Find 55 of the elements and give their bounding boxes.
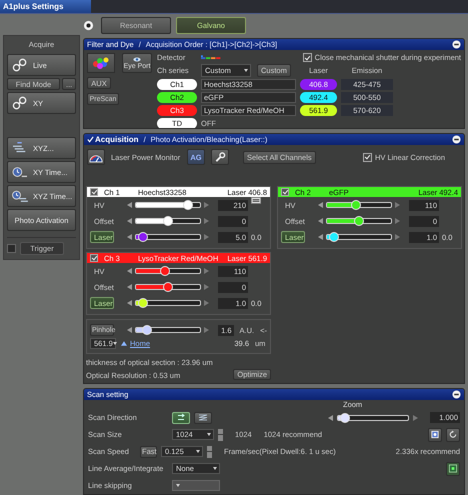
reset-button[interactable]	[446, 428, 460, 442]
slider-thumb[interactable]	[163, 216, 173, 226]
shutter-checkbox[interactable]	[302, 53, 312, 62]
arrow-icon	[176, 413, 186, 422]
gauge-button[interactable]	[87, 149, 105, 165]
circle-button-icon[interactable]	[83, 20, 94, 30]
eye-icon	[133, 56, 141, 62]
slider[interactable]	[326, 231, 392, 243]
lens-icon	[11, 96, 29, 110]
clock-stack-icon	[11, 189, 29, 203]
slider-thumb[interactable]	[182, 200, 193, 210]
slider[interactable]	[135, 215, 201, 227]
slider-thumb[interactable]	[142, 325, 152, 335]
slider[interactable]	[135, 199, 201, 211]
right-arrow-icon[interactable]	[413, 414, 418, 420]
spinner[interactable]	[207, 446, 212, 458]
check-icon[interactable]	[87, 136, 94, 143]
slider[interactable]	[135, 265, 201, 277]
window-title: A1plus Settings	[0, 0, 92, 13]
square-button[interactable]	[446, 462, 460, 476]
panel-title: Acquisition	[95, 135, 139, 144]
slider-thumb[interactable]	[138, 232, 148, 242]
lens-icon	[11, 58, 29, 72]
dye-button[interactable]	[87, 53, 115, 73]
square-icon	[448, 464, 458, 473]
slider-thumb[interactable]	[340, 412, 350, 422]
slider-thumb[interactable]	[163, 282, 173, 292]
meter-icon[interactable]	[251, 196, 261, 204]
collapse-icon[interactable]	[452, 40, 461, 49]
slider-thumb[interactable]	[351, 200, 362, 210]
zoom-slider[interactable]	[337, 412, 409, 424]
triangle-icon	[121, 341, 127, 346]
slider[interactable]	[135, 297, 201, 309]
zigzag-icon	[198, 413, 208, 422]
slider-thumb[interactable]	[354, 216, 364, 226]
slider[interactable]	[326, 199, 392, 211]
slider-thumb[interactable]	[328, 232, 339, 242]
slider[interactable]	[135, 324, 201, 336]
slider[interactable]	[326, 215, 392, 227]
fit-button[interactable]	[428, 428, 442, 442]
collapse-icon[interactable]	[452, 135, 461, 144]
spinner[interactable]	[218, 428, 223, 440]
slider-thumb[interactable]	[138, 298, 148, 308]
slider[interactable]	[135, 281, 201, 293]
round-trip-button[interactable]	[194, 412, 212, 424]
slider-thumb[interactable]	[160, 266, 170, 276]
circular-arrow-icon	[448, 430, 458, 439]
clock-icon	[11, 165, 29, 179]
detector-bars-icon	[201, 55, 221, 60]
collapse-icon[interactable]	[452, 390, 461, 399]
color-dots-icon	[91, 56, 111, 70]
slider[interactable]	[135, 231, 201, 243]
one-way-button[interactable]	[172, 412, 190, 424]
hv-linear-checkbox[interactable]	[362, 152, 372, 162]
frame-icon	[430, 430, 440, 439]
